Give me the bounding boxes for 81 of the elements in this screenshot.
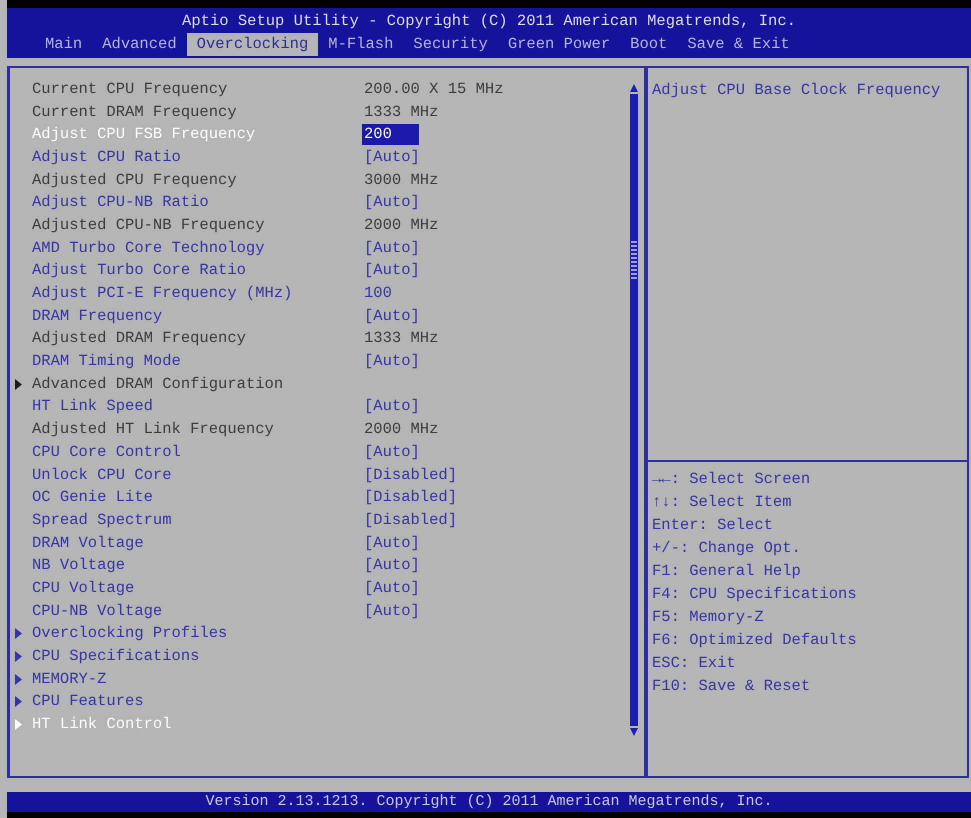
setting-value: [Disabled] (364, 464, 458, 486)
setting-value: 100 (364, 283, 392, 304)
caret-icon (15, 719, 22, 730)
setting-label: Adjusted DRAM Frequency (32, 328, 247, 350)
setting-label: Adjusted CPU Frequency (32, 170, 238, 191)
setting-value: 2000 MHz (364, 214, 438, 236)
setting-label[interactable]: CPU Core Control (32, 442, 364, 463)
setting-value: [Auto] (364, 396, 420, 418)
key-hint: F10: Save & Reset (652, 676, 812, 697)
setting-label[interactable]: HT Link Speed (32, 396, 364, 418)
setting-value: 2000 MHz (364, 419, 438, 440)
setting-value: [Auto] (364, 600, 420, 622)
submenu-item[interactable]: MEMORY-Z (32, 668, 364, 690)
submenu-item[interactable]: Advanced DRAM Configuration (32, 374, 364, 395)
setting-label[interactable]: DRAM Frequency (32, 306, 364, 327)
submenu-item[interactable]: CPU Features (32, 691, 364, 712)
setting-label[interactable]: CPU Voltage (32, 578, 364, 599)
setting-label: Adjusted CPU-NB Frequency (32, 214, 266, 236)
setting-label[interactable]: Adjust PCI-E Frequency (MHz) (32, 283, 364, 304)
setting-label[interactable]: Adjust Turbo Core Ratio (32, 260, 364, 282)
key-hint: F6: Optimized Defaults (652, 630, 858, 651)
key-hint: F4: CPU Specifications (652, 584, 858, 605)
setting-label[interactable]: OC Genie Lite (32, 487, 364, 508)
setting-value: [Auto] (364, 260, 420, 282)
caret-icon (15, 628, 22, 640)
help-text: Adjust CPU Base Clock Frequency (652, 81, 940, 99)
grip-icon (631, 240, 637, 280)
key-hint: ↑↓: Select Item (652, 492, 793, 513)
setting-label[interactable]: Adjust CPU-NB Ratio (32, 192, 364, 214)
setting-value: [Disabled] (364, 510, 458, 531)
key-hint: +/-: Change Opt. (652, 538, 802, 559)
setting-label[interactable]: CPU-NB Voltage (32, 600, 364, 622)
caret-icon (15, 378, 22, 390)
setting-label: Current CPU Frequency (32, 78, 228, 100)
setting-value: 200.00 X 15 MHz (364, 78, 504, 100)
setting-value: [Auto] (364, 351, 420, 372)
menu-tab[interactable]: Advanced (92, 33, 187, 56)
setting-value: [Disabled] (364, 487, 458, 508)
key-hint: F5: Memory-Z (652, 607, 765, 628)
setting-label[interactable]: Adjust CPU Ratio (32, 146, 364, 168)
setting-label: Adjusted HT Link Frequency (32, 419, 275, 440)
menu-tab[interactable]: Overclocking (186, 33, 318, 56)
key-hint: →←: Select Screen (652, 469, 812, 490)
setting-value: [Auto] (364, 306, 420, 327)
scroll-down-icon[interactable] (630, 728, 638, 736)
scrollbar-thumb[interactable] (630, 94, 638, 726)
setting-value: 1333 MHz (364, 102, 438, 123)
setting-value: [Auto] (364, 578, 420, 599)
key-hint: F1: General Help (652, 561, 802, 582)
menu-tab[interactable]: Boot (620, 33, 678, 56)
setting-label[interactable]: AMD Turbo Core Technology (32, 238, 364, 259)
setting-value: [Auto] (364, 555, 420, 576)
setting-label[interactable]: DRAM Timing Mode (32, 351, 364, 372)
setting-value: [Auto] (364, 532, 420, 554)
setting-value: 1333 MHz (364, 328, 438, 350)
setting-label[interactable]: Unlock CPU Core (32, 464, 364, 486)
menu-tab[interactable]: Save & Exit (677, 33, 800, 56)
caret-icon (15, 651, 22, 662)
caret-icon (15, 696, 22, 708)
menu-tab[interactable]: Main (35, 33, 92, 56)
setting-value: [Auto] (364, 146, 420, 168)
submenu-item[interactable]: Overclocking Profiles (32, 623, 364, 644)
setting-value: [Auto] (364, 442, 420, 463)
menu-tab[interactable]: M-Flash (318, 33, 404, 56)
setting-label[interactable]: Spread Spectrum (32, 510, 364, 531)
setting-label[interactable]: NB Voltage (32, 555, 364, 576)
version-text: Version 2.13.1213. Copyright (C) 2011 American Megatrends, Inc. (205, 792, 773, 812)
setting-value: [Auto] (364, 192, 420, 214)
menu-tab[interactable]: Security (403, 33, 498, 56)
submenu-item[interactable]: CPU Specifications (32, 646, 364, 668)
setting-value: 3000 MHz (364, 170, 438, 191)
menu-tab[interactable]: Green Power (498, 33, 620, 56)
setting-label: Current DRAM Frequency (32, 102, 238, 123)
setting-value: [Auto] (364, 238, 420, 259)
key-hint: Enter: Select (652, 515, 774, 536)
bios-title: Aptio Setup Utility - Copyright (C) 2011 American Megatrends, Inc. (182, 11, 796, 31)
setting-label[interactable]: DRAM Voltage (32, 532, 364, 554)
caret-icon (15, 674, 22, 685)
value-field[interactable]: 200 (362, 124, 419, 146)
key-hint: ESC: Exit (652, 653, 737, 674)
scroll-up-icon[interactable] (630, 84, 638, 92)
